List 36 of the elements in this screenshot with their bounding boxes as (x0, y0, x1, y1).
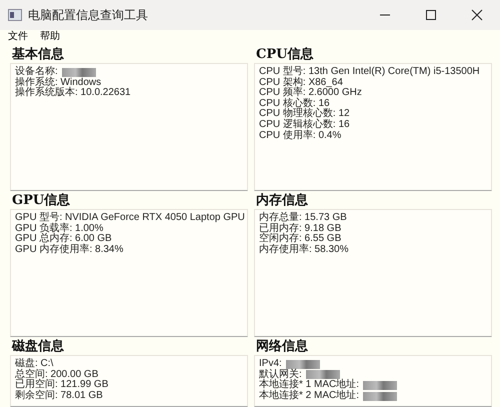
info-line: 内存总量: 15.73 GB (259, 213, 347, 223)
info-line: 已用内存: 9.18 GB (259, 224, 342, 234)
panel-title: CPU信息 (255, 46, 314, 63)
info-line: 本地连接* 1 MAC地址: (259, 380, 360, 390)
info-line: 总空间: 200.00 GB (15, 370, 98, 380)
panel-title: 基本信息 (11, 46, 65, 63)
info-line: CPU 架构: X86_64 (259, 78, 343, 88)
panel-title: 网络信息 (255, 338, 309, 355)
window-title: 电脑配置信息查询工具 (28, 6, 148, 24)
info-line: CPU 使用率: 0.4% (259, 130, 342, 142)
info-line: GPU 型号: NVIDIA GeForce RTX 4050 Laptop GPU (15, 213, 245, 223)
info-line: CPU 型号: 13th Gen Intel(R) Core(TM) i5-13500H (259, 67, 480, 77)
panel-title: 磁盘信息 (10, 338, 65, 355)
info-line: GPU 内存使用率: 8.34% (15, 244, 124, 256)
panel-title: GPU信息 (11, 192, 72, 209)
info-line: 剩余空间: 78.01 GB (15, 390, 103, 402)
info-line: IPv4: (259, 359, 282, 369)
app-icon (8, 9, 22, 21)
info-line: 已用空间: 121.99 GB (15, 380, 108, 390)
info-line: 磁盘: C:\ (15, 359, 54, 369)
info-line: 默认网关: (259, 370, 302, 380)
menu-item[interactable]: 帮助 (40, 30, 60, 43)
info-line: GPU 总内存: 6.00 GB (15, 234, 112, 244)
info-line: CPU 逻辑核心数: 16 (259, 120, 350, 130)
info-line: CPU 核心数: 16 (259, 98, 330, 109)
info-line: CPU 物理核心数: 12 (259, 109, 350, 120)
info-line: 操作系统版本: 10.0.22631 (15, 88, 131, 99)
panel-title: 内存信息 (255, 192, 309, 209)
menu-item[interactable]: 文件 (8, 30, 28, 43)
info-line: CPU 频率: 2.6000 GHz (259, 88, 362, 98)
info-line: 内存使用率: 58.30% (259, 244, 348, 256)
info-line: 设备名称: (15, 67, 58, 77)
info-line: 本地连接* 2 MAC地址: (259, 390, 360, 402)
info-line: GPU 负载率: 1.00% (15, 224, 104, 234)
info-line: 空闲内存: 6.55 GB (259, 234, 342, 244)
info-line: 操作系统: Windows (15, 78, 102, 88)
